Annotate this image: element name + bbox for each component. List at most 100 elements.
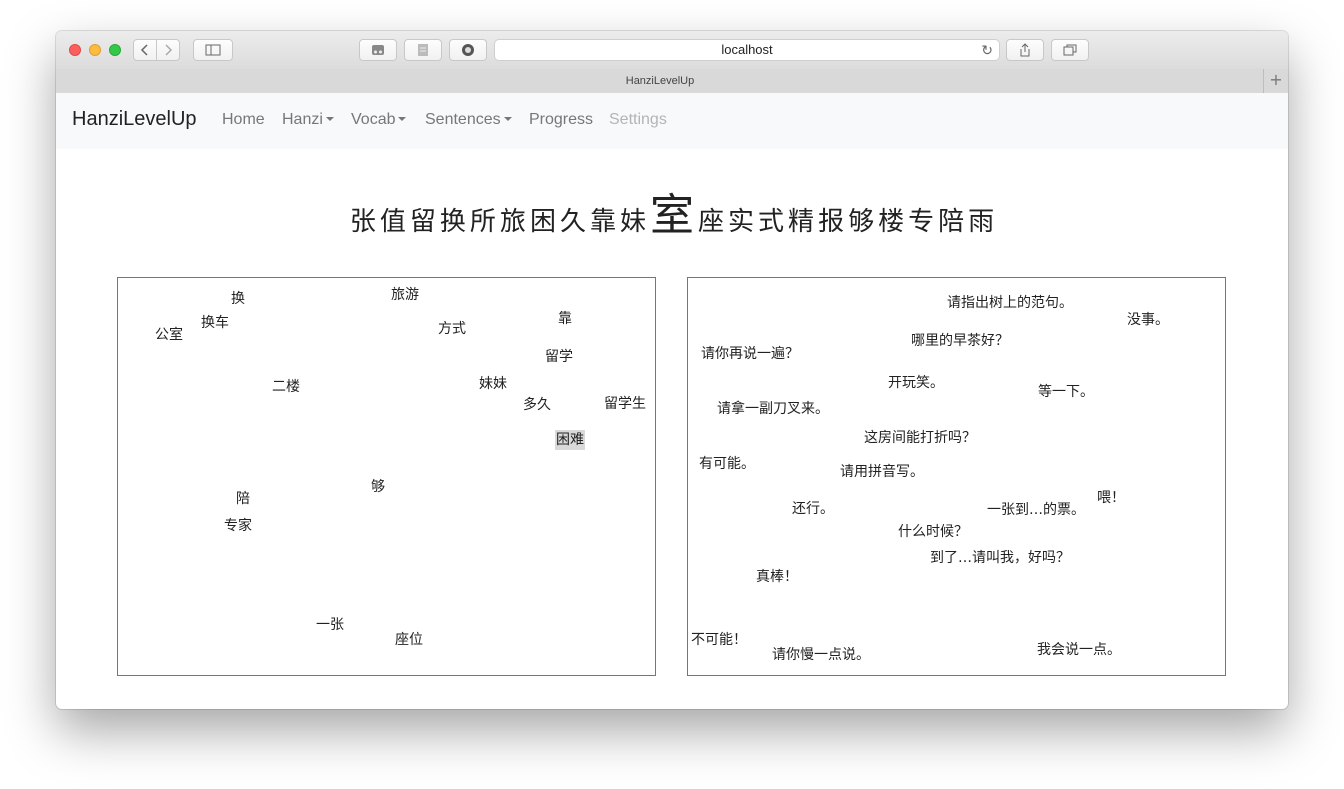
hanzi-char[interactable]: 报 [818,195,844,249]
sentence[interactable]: 请用拼音写。 [840,463,924,481]
sentence[interactable]: 请你再说一遍？ [701,345,799,363]
hanzi-char[interactable]: 久 [560,195,586,249]
vocab-word[interactable]: 留学生 [604,395,646,413]
brand-link[interactable]: HanziLevelUp [72,108,197,131]
hanzi-char[interactable]: 雨 [968,195,994,249]
sidebar-button[interactable] [193,39,233,61]
navbar: HanziLevelUp Home Hanzi Vocab Sentences … [56,93,1288,149]
hanzi-char[interactable]: 靠 [590,195,616,249]
share-button[interactable] [1006,39,1044,61]
hanzi-char[interactable]: 实 [728,195,754,249]
sentence[interactable]: 一张到…的票。 [987,501,1085,519]
vocab-word[interactable]: 陪 [236,490,250,508]
vocab-word[interactable]: 靠 [558,310,572,328]
nav-home-label: Home [222,111,265,128]
hanzi-char[interactable]: 精 [788,195,814,249]
zoom-window-button[interactable] [109,44,121,56]
tabs-overview-button[interactable] [1051,39,1089,61]
nav-settings[interactable]: Settings [609,111,667,129]
forward-icon [165,44,173,56]
reader-icon [418,44,428,56]
vocab-word-highlighted[interactable]: 困难 [555,430,585,450]
vocab-word[interactable]: 够 [371,478,385,496]
nav-progress[interactable]: Progress [529,111,593,129]
sentence[interactable]: 什么时候？ [898,523,968,541]
nav-progress-label: Progress [529,111,594,128]
nav-home[interactable]: Home [222,111,265,129]
hanzi-char[interactable]: 座 [698,195,724,249]
hanzi-char[interactable]: 式 [758,195,784,249]
sentence[interactable]: 不可能！ [691,631,747,649]
title-bar: localhost ↻ [56,31,1288,70]
caret-down-icon [398,117,407,121]
reload-icon[interactable]: ↻ [981,40,993,60]
sentence[interactable]: 等一下。 [1038,383,1094,401]
tabs-icon [1063,44,1077,56]
hanzi-char[interactable]: 够 [848,195,874,249]
caret-down-icon [503,117,512,121]
vocab-word[interactable]: 二楼 [272,378,300,396]
nav-settings-label: Settings [609,111,667,128]
share-icon [1020,43,1030,57]
hanzi-char[interactable]: 换 [440,195,466,249]
browser-window: localhost ↻ HanziLevelUp + HanziLevelUp … [56,31,1288,709]
vocab-word[interactable]: 妹妹 [479,375,507,393]
hanzi-char[interactable]: 陪 [938,195,964,249]
vocab-word[interactable]: 换车 [201,314,229,332]
sentence[interactable]: 开玩笑。 [888,374,944,392]
vocab-word[interactable]: 座位 [395,631,423,649]
sentence[interactable]: 请指出树上的范句。 [947,294,1073,312]
sidebar-icon [205,44,221,56]
nav-sentences-dropdown[interactable]: Sentences [425,111,512,129]
hanzi-char[interactable]: 楼 [878,195,904,249]
vocab-word[interactable]: 一张 [316,616,344,634]
bookmarks-icon [372,45,384,55]
sentence[interactable]: 喂！ [1097,489,1125,507]
nav-sentences-label: Sentences [425,111,501,128]
sentence[interactable]: 到了…请叫我，好吗？ [930,549,1070,567]
sentence[interactable]: 请拿一副刀叉来。 [717,400,829,418]
sentence[interactable]: 这房间能打折吗？ [864,429,976,447]
sentences-panel: 请指出树上的范句。 没事。 哪里的早茶好？ 请你再说一遍？ 开玩笑。 等一下。 … [687,277,1226,676]
hanzi-char-selected[interactable]: 室 [650,189,694,243]
vocab-word[interactable]: 多久 [523,396,551,414]
caret-down-icon [325,117,334,121]
hanzi-char[interactable]: 妹 [620,195,646,249]
close-window-button[interactable] [69,44,81,56]
back-icon [140,44,148,56]
hanzi-char[interactable]: 困 [530,195,556,249]
vocab-panel: 换 旅游 换车 公室 方式 靠 留学 二楼 妹妹 多久 留学生 困难 够 陪 专… [117,277,656,676]
sentence[interactable]: 还行。 [792,500,834,518]
extension-button[interactable] [449,39,487,61]
bookmarks-button[interactable] [359,39,397,61]
hanzi-char[interactable]: 张 [350,195,376,249]
forward-button[interactable] [156,39,180,61]
hanzi-char[interactable]: 值 [380,195,406,249]
address-bar[interactable]: localhost ↻ [494,39,1000,61]
extension-icon [462,44,474,56]
vocab-word[interactable]: 留学 [545,348,573,366]
nav-hanzi-dropdown[interactable]: Hanzi [282,111,334,129]
url-text: localhost [721,42,773,57]
hanzi-char[interactable]: 所 [470,195,496,249]
vocab-word[interactable]: 专家 [224,517,252,535]
minimize-window-button[interactable] [89,44,101,56]
sentence[interactable]: 我会说一点。 [1037,641,1121,659]
vocab-word[interactable]: 方式 [438,320,466,338]
new-tab-icon[interactable]: + [1263,69,1288,93]
sentence[interactable]: 请你慢一点说。 [772,646,870,664]
sentence[interactable]: 没事。 [1127,311,1169,329]
reader-button[interactable] [404,39,442,61]
nav-vocab-dropdown[interactable]: Vocab [351,111,407,129]
tab-title[interactable]: HanziLevelUp [56,69,1264,93]
vocab-word[interactable]: 换 [231,290,245,308]
sentence[interactable]: 真棒！ [756,568,798,586]
hanzi-char[interactable]: 专 [908,195,934,249]
sentence[interactable]: 哪里的早茶好？ [911,332,1009,350]
sentence[interactable]: 有可能。 [699,455,755,473]
vocab-word[interactable]: 公室 [155,326,183,344]
back-button[interactable] [133,39,157,61]
hanzi-char[interactable]: 留 [410,195,436,249]
vocab-word[interactable]: 旅游 [391,286,419,304]
hanzi-char[interactable]: 旅 [500,195,526,249]
